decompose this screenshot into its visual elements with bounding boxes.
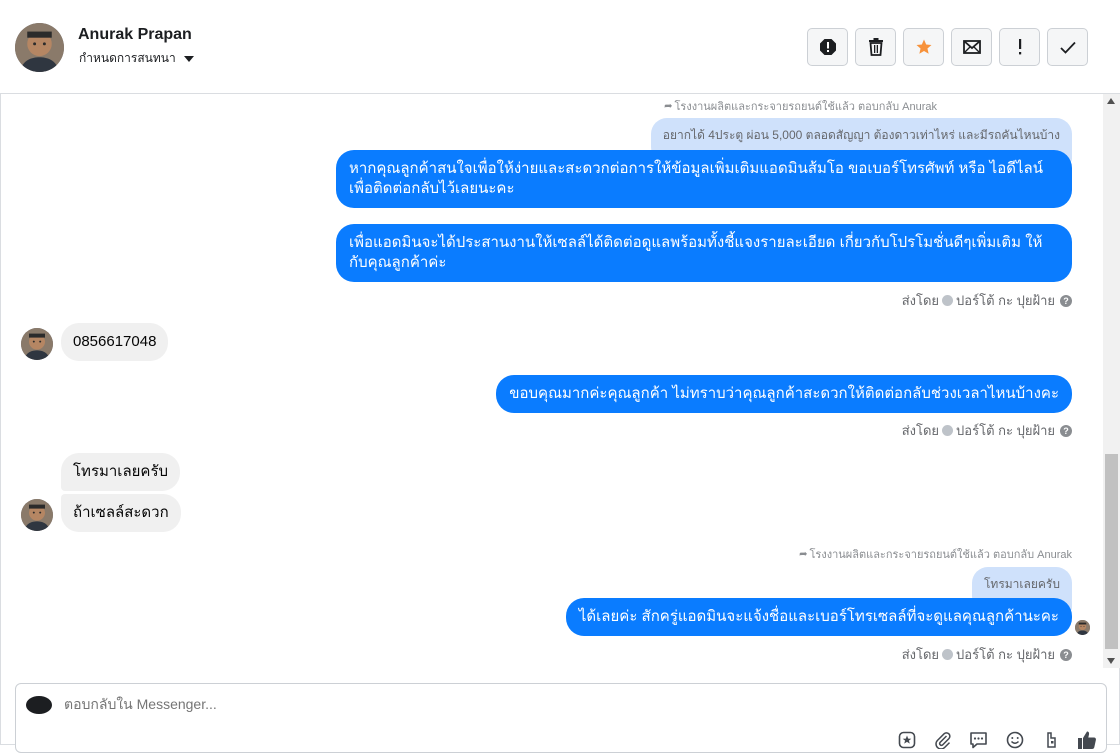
incoming-message[interactable]: 0856617048 (61, 323, 169, 361)
appointment-button[interactable] (1039, 730, 1062, 750)
composer-toolbar (895, 730, 1098, 750)
sent-by-line: ส่งโดย ปอร์โต้ กะ ปุยฝ้าย ? (902, 420, 1072, 441)
incoming-message[interactable]: โทรมาเลยครับ (61, 453, 181, 491)
scrollbar-thumb[interactable] (1105, 454, 1118, 649)
like-icon (1077, 731, 1096, 749)
chevron-down-icon (183, 56, 194, 62)
delete-button[interactable] (855, 28, 896, 66)
conversation-header: Anurak Prapan กำหนดการสนทนา (0, 0, 1120, 94)
sender-name[interactable]: ปอร์โต้ กะ ปุยฝ้าย (956, 290, 1055, 311)
scroll-down-arrow-icon[interactable] (1107, 658, 1115, 664)
spam-icon (819, 39, 836, 55)
page-logo (26, 696, 52, 714)
move-to-inbox-button[interactable] (951, 28, 992, 66)
envelope-icon (962, 40, 981, 54)
check-icon (1059, 41, 1076, 54)
action-toolbar (807, 28, 1088, 66)
scroll-up-arrow-icon[interactable] (1107, 98, 1115, 104)
help-icon[interactable]: ? (1060, 648, 1072, 661)
star-icon (916, 39, 931, 54)
help-icon[interactable]: ? (1060, 424, 1072, 437)
sender-name[interactable]: ปอร์โต้ กะ ปุยฝ้าย (956, 644, 1055, 665)
sent-by-line: ส่งโดย ปอร์โต้ กะ ปุยฝ้าย ? (902, 644, 1072, 665)
incoming-message[interactable]: ถ้าเซลล์สะดวก (61, 494, 181, 532)
attachment-icon (934, 732, 951, 749)
conversation-label-dropdown[interactable]: กำหนดการสนทนา (79, 49, 194, 68)
conversation-label: กำหนดการสนทนา (79, 51, 176, 65)
message-thread[interactable]: ➦ โรงงานผลิตและกระจายรถยนต์ใช้แล้ว ตอบกล… (0, 94, 1103, 668)
emoji-icon (1006, 731, 1023, 749)
reply-arrow-icon: ➦ (664, 100, 673, 112)
sender-name[interactable]: ปอร์โต้ กะ ปุยฝ้าย (956, 420, 1055, 441)
emoji-button[interactable] (1003, 730, 1026, 750)
attach-button[interactable] (931, 730, 954, 750)
like-button[interactable] (1075, 730, 1098, 750)
sent-by-line: ส่งโดย ปอร์โต้ กะ ปุยฝ้าย ? (902, 290, 1072, 311)
check-circle-icon (942, 295, 954, 306)
contact-avatar-small[interactable] (21, 499, 53, 531)
reply-note: ➦ โรงงานผลิตและกระจายรถยนต์ใช้แล้ว ตอบกล… (664, 100, 937, 114)
sticker-icon (898, 731, 915, 749)
reply-input[interactable] (64, 696, 664, 712)
outgoing-message[interactable]: เพื่อแอดมินจะได้ประสานงานให้เซลล์ได้ติดต… (336, 224, 1072, 282)
contact-avatar-small[interactable] (21, 328, 53, 360)
reply-note: ➦ โรงงานผลิตและกระจายรถยนต์ใช้แล้ว ตอบกล… (799, 548, 1072, 562)
contact-name[interactable]: Anurak Prapan (78, 26, 192, 44)
exclamation-icon (1018, 39, 1021, 55)
sticker-button[interactable] (895, 730, 918, 750)
check-circle-icon (942, 649, 954, 660)
mark-done-button[interactable] (1047, 28, 1088, 66)
appointment-icon (1046, 732, 1056, 748)
follow-up-button[interactable] (999, 28, 1040, 66)
seen-avatar (1075, 620, 1090, 635)
scrollbar[interactable] (1103, 94, 1120, 668)
saved-replies-icon (970, 732, 987, 749)
saved-replies-button[interactable] (967, 730, 990, 750)
check-circle-icon (942, 425, 954, 436)
mark-spam-button[interactable] (807, 28, 848, 66)
outgoing-message[interactable]: หากคุณลูกค้าสนใจเพื่อให้ง่ายและสะดวกต่อก… (336, 150, 1072, 208)
trash-icon (868, 38, 883, 56)
contact-avatar[interactable] (15, 23, 64, 72)
reply-composer (15, 683, 1107, 753)
outgoing-message[interactable]: ขอบคุณมากค่ะคุณลูกค้า ไม่ทราบว่าคุณลูกค้… (496, 375, 1072, 413)
star-button[interactable] (903, 28, 944, 66)
outgoing-message[interactable]: ได้เลยค่ะ สักครู่แอดมินจะแจ้งชื่อและเบอร… (565, 598, 1072, 636)
reply-arrow-icon: ➦ (799, 548, 808, 560)
help-icon[interactable]: ? (1060, 294, 1072, 307)
